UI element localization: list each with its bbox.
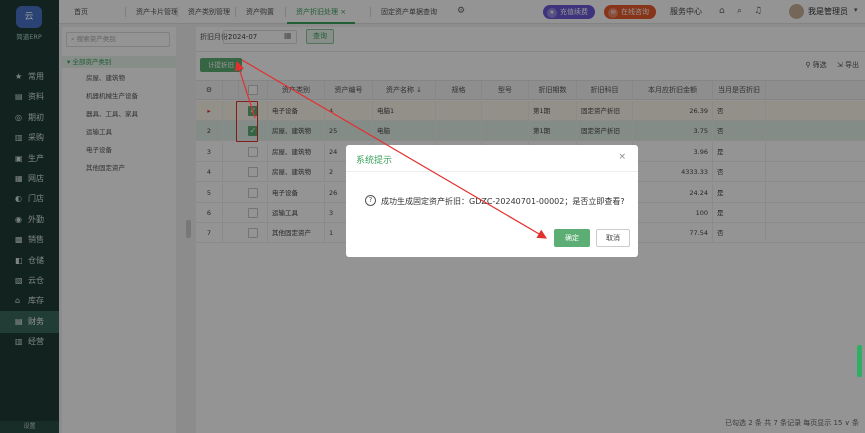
- question-icon: ?: [365, 195, 376, 206]
- dialog-divider: [346, 171, 638, 172]
- dialog-message: 成功生成固定资产折旧：GDZC-20240701-00002；是否立即查看?: [381, 197, 625, 206]
- dialog-title: 系统提示: [356, 156, 393, 166]
- confirm-button[interactable]: 确定: [554, 229, 590, 247]
- cancel-button[interactable]: 取消: [596, 229, 630, 247]
- system-prompt-dialog: 系统提示 × ? 成功生成固定资产折旧：GDZC-20240701-00002；…: [346, 145, 638, 257]
- close-icon[interactable]: ×: [618, 152, 626, 162]
- scroll-indicator[interactable]: [857, 345, 862, 377]
